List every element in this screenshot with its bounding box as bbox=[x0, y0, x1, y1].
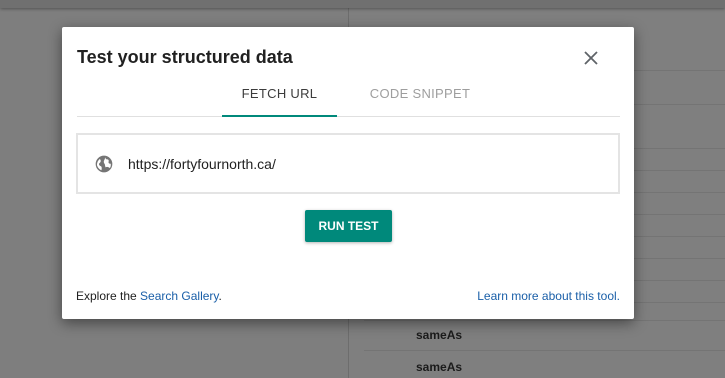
url-input-value: https://fortyfournorth.ca/ bbox=[128, 156, 276, 172]
search-gallery-link[interactable]: Search Gallery bbox=[140, 289, 218, 303]
background-row-label: sameAs bbox=[416, 360, 463, 374]
footer-explore-suffix: . bbox=[218, 289, 222, 303]
run-test-button[interactable]: RUN TEST bbox=[305, 210, 392, 242]
background-row-label: sameAs bbox=[416, 328, 463, 342]
background-row-divider bbox=[364, 350, 725, 351]
globe-icon bbox=[95, 155, 113, 173]
footer-explore-text: Explore the Search Gallery. bbox=[76, 289, 222, 303]
structured-data-dialog: Test your structured data FETCH URL CODE… bbox=[62, 27, 634, 319]
learn-more-link[interactable]: Learn more about this tool. bbox=[477, 289, 620, 303]
background-row-divider bbox=[364, 320, 725, 321]
close-icon bbox=[584, 51, 598, 65]
dialog-title: Test your structured data bbox=[77, 47, 293, 67]
footer-explore-prefix: Explore the bbox=[76, 289, 141, 303]
close-button[interactable] bbox=[579, 46, 603, 70]
tab-bar: FETCH URL CODE SNIPPET bbox=[77, 82, 620, 117]
background-topbar bbox=[0, 0, 725, 8]
url-input[interactable]: https://fortyfournorth.ca/ bbox=[76, 133, 620, 194]
tab-code-snippet[interactable]: CODE SNIPPET bbox=[360, 82, 480, 117]
tab-fetch-url[interactable]: FETCH URL bbox=[222, 82, 337, 117]
